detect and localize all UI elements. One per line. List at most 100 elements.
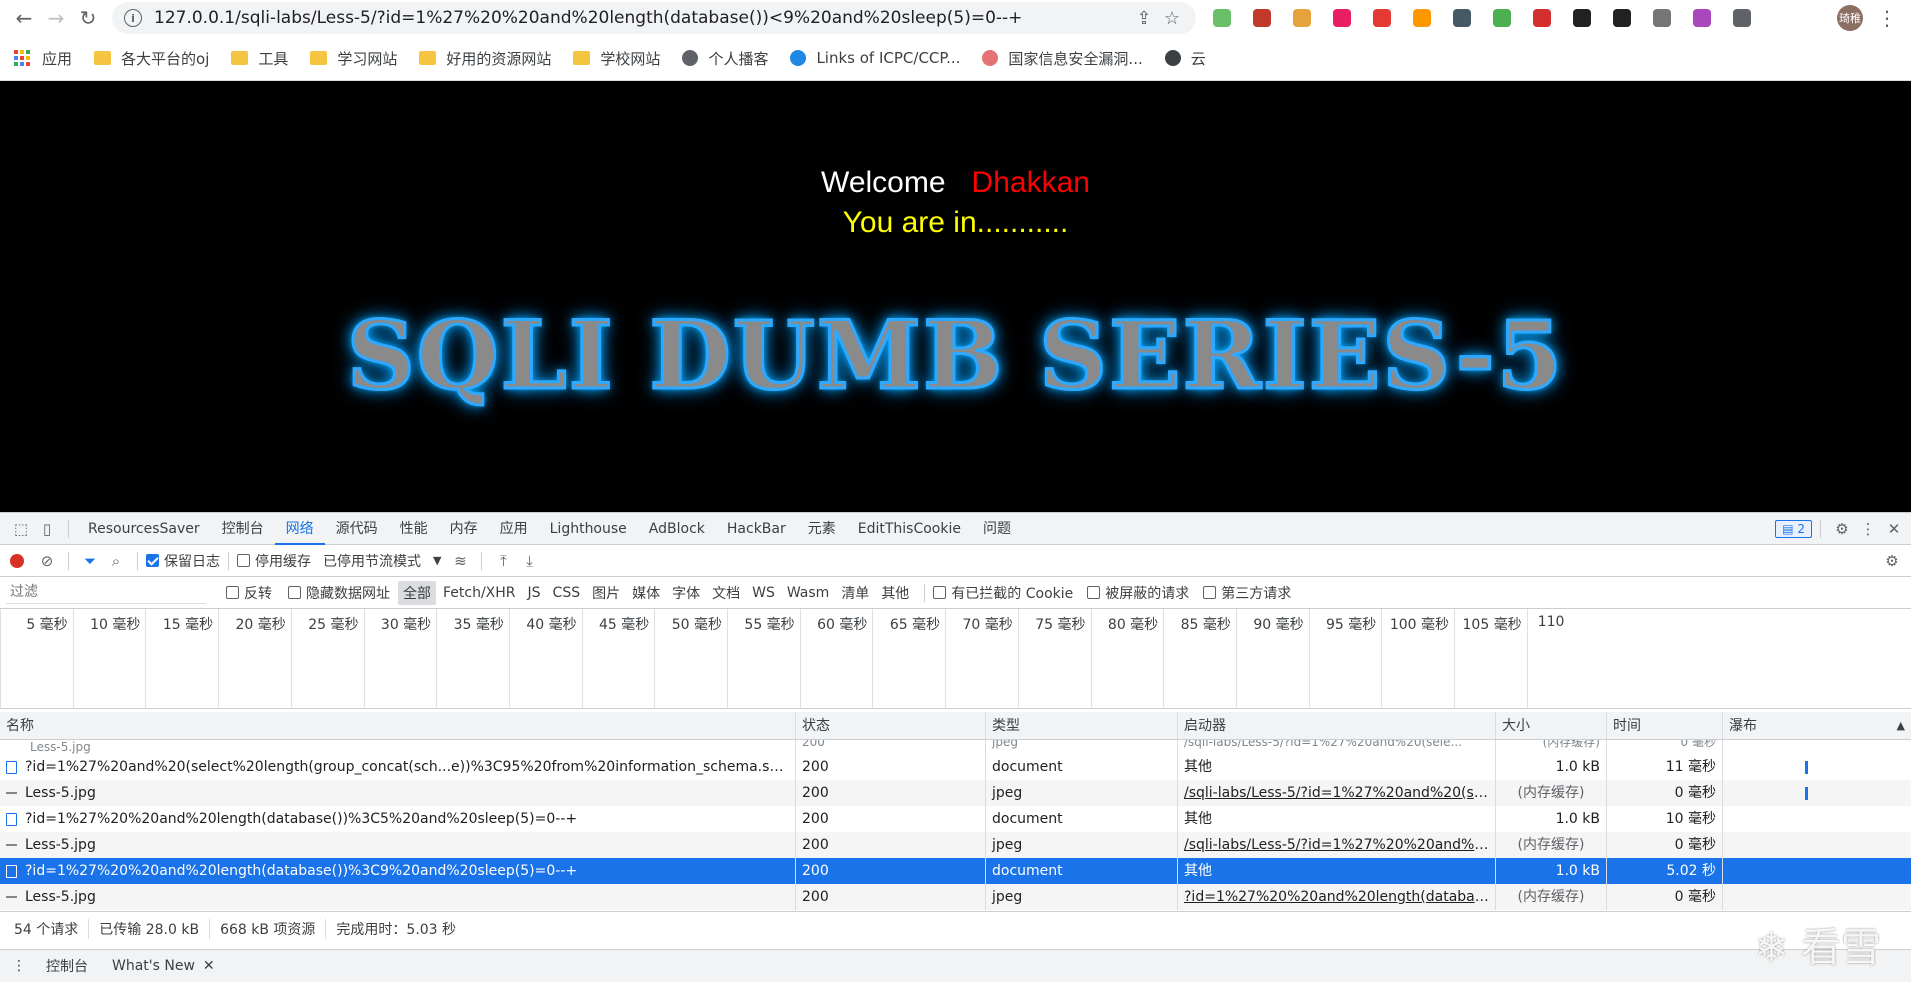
extension-button[interactable] <box>1602 2 1642 34</box>
type-filter-button[interactable]: Wasm <box>782 583 834 603</box>
disable-cache-checkbox[interactable] <box>237 554 250 567</box>
extension-button[interactable] <box>1282 2 1322 34</box>
address-bar[interactable]: i 127.0.0.1/sqli-labs/Less-5/?id=1%27%20… <box>112 2 1196 34</box>
type-filter-button[interactable]: Fetch/XHR <box>438 583 521 603</box>
bookmark-item[interactable]: 国家信息安全漏洞... <box>982 48 1143 69</box>
devtools-tab[interactable]: 应用 <box>489 513 539 545</box>
table-row[interactable]: Less-5.jpg 200 jpeg/sqli-labs/Less-5/?id=1… <box>0 780 1911 806</box>
extension-button[interactable] <box>1442 2 1482 34</box>
export-har-icon[interactable]: ⤓ <box>516 548 542 574</box>
network-conditions-icon[interactable]: ≋ <box>447 548 473 574</box>
devtools-tab[interactable]: EditThisCookie <box>847 513 972 545</box>
back-arrow-icon[interactable]: ← <box>8 2 40 34</box>
type-filter-button[interactable]: JS <box>523 583 546 603</box>
request-initiator[interactable]: ?id=1%27%20%20and%20length(database()... <box>1178 884 1496 910</box>
request-initiator[interactable]: /sqli-labs/Less-5/?id=1%27%20%20and%20l.… <box>1178 832 1496 858</box>
table-row[interactable]: Less-5.jpg 200 jpeg/sqli-labs/Less-5/?id=1… <box>0 832 1911 858</box>
share-icon[interactable]: ⇪ <box>1130 8 1158 29</box>
hide-data-urls-checkbox[interactable] <box>288 586 301 599</box>
bookmark-item[interactable]: 好用的资源网站 <box>419 48 551 69</box>
extension-button[interactable] <box>1402 2 1442 34</box>
blocked-cookies-checkbox[interactable] <box>933 586 947 599</box>
devtools-tab[interactable]: 控制台 <box>211 513 275 545</box>
blocked-requests-checkbox[interactable] <box>1087 586 1101 599</box>
column-type[interactable]: 类型 <box>986 712 1178 739</box>
type-filter-button[interactable]: 图片 <box>587 581 625 605</box>
kebab-menu-icon[interactable]: ⋮ <box>1871 2 1903 34</box>
type-filter-button[interactable]: 媒体 <box>627 581 665 605</box>
bookmark-item[interactable]: 个人播客 <box>682 48 768 69</box>
extension-button[interactable] <box>1322 2 1362 34</box>
invert-checkbox[interactable] <box>226 586 239 599</box>
extension-button[interactable] <box>1242 2 1282 34</box>
column-initiator[interactable]: 启动器 <box>1178 712 1496 739</box>
bookmark-item[interactable]: 云 <box>1164 48 1206 69</box>
devtools-tab[interactable]: 内存 <box>439 513 489 545</box>
column-size[interactable]: 大小 <box>1496 712 1607 739</box>
bookmark-item[interactable]: 各大平台的oj <box>94 48 209 69</box>
network-overview-timeline[interactable]: 5 毫秒 10 毫秒 15 毫秒 20 毫秒 25 毫秒 30 毫秒 35 毫秒 40 毫秒 4… <box>0 609 1911 709</box>
type-filter-button[interactable]: 清单 <box>836 581 874 605</box>
devtools-tab[interactable]: HackBar <box>716 513 797 545</box>
type-filter-button[interactable]: CSS <box>548 583 586 603</box>
column-waterfall[interactable]: 瀑布 ▲ <box>1723 712 1911 739</box>
devtools-tab[interactable]: 元素 <box>797 513 847 545</box>
close-icon[interactable]: ✕ <box>203 958 215 974</box>
filter-input[interactable] <box>6 581 206 604</box>
avatar[interactable]: 琦稚 <box>1837 5 1863 31</box>
site-info-icon[interactable]: i <box>124 9 142 27</box>
devtools-tab[interactable]: ResourcesSaver <box>77 513 211 545</box>
bookmark-star-icon[interactable]: ☆ <box>1158 8 1186 29</box>
reload-icon[interactable]: ↻ <box>72 2 104 34</box>
column-name[interactable]: 名称 <box>0 712 796 739</box>
extension-button[interactable] <box>1642 2 1682 34</box>
forward-arrow-icon[interactable]: → <box>40 2 72 34</box>
kebab-menu-icon[interactable]: ⋮ <box>12 958 26 974</box>
bookmark-item[interactable]: 学习网站 <box>310 48 397 69</box>
type-filter-button[interactable]: 文档 <box>707 581 745 605</box>
devtools-tab[interactable]: 问题 <box>972 513 1022 545</box>
bookmark-item[interactable]: 学校网站 <box>573 48 660 69</box>
close-icon[interactable]: ✕ <box>1881 516 1907 542</box>
record-icon[interactable] <box>10 553 24 568</box>
extension-button[interactable] <box>1362 2 1402 34</box>
table-row[interactable]: ?id=1%27%20%20and%20length(database())%3… <box>0 858 1911 884</box>
column-status[interactable]: 状态 <box>796 712 986 739</box>
preserve-log-checkbox[interactable] <box>146 554 159 567</box>
import-har-icon[interactable]: ⤒ <box>490 548 516 574</box>
extension-button[interactable] <box>1722 2 1762 34</box>
table-row[interactable]: Less-5.jpg 200 jpeg /sqli-labs/Less-5/?i… <box>0 740 1911 754</box>
extension-button[interactable] <box>1482 2 1522 34</box>
kebab-menu-icon[interactable]: ⋮ <box>1855 516 1881 542</box>
third-party-checkbox[interactable] <box>1203 586 1217 599</box>
filter-icon[interactable]: ⏷ <box>77 548 103 574</box>
inspect-element-icon[interactable]: ⬚ <box>8 516 34 542</box>
bookmark-item[interactable]: Links of ICPC/CCP... <box>790 49 960 67</box>
throttling-select[interactable]: 已停用节流模式 <box>323 551 421 571</box>
extension-button[interactable] <box>1522 2 1562 34</box>
bookmark-item[interactable]: 应用 <box>14 48 72 69</box>
clear-icon[interactable]: ⊘ <box>34 548 60 574</box>
device-toolbar-icon[interactable]: ▯ <box>34 516 60 542</box>
drawer-tab-console[interactable]: 控制台 <box>46 956 88 976</box>
extension-button[interactable] <box>1682 2 1722 34</box>
type-filter-button[interactable]: WS <box>747 583 780 603</box>
extension-button[interactable] <box>1562 2 1602 34</box>
bookmark-item[interactable]: 工具 <box>231 48 288 69</box>
table-row[interactable]: ?id=1%27%20and%20(select%20length(group_… <box>0 754 1911 780</box>
type-filter-button[interactable]: 其他 <box>876 581 914 605</box>
table-row[interactable]: Less-5.jpg 200 jpeg ?id=1%27%20%20and%20len… <box>0 884 1911 910</box>
search-icon[interactable]: ⌕ <box>103 548 129 574</box>
table-row[interactable]: ?id=1%27%20%20and%20length(database())%3… <box>0 806 1911 832</box>
column-time[interactable]: 时间 <box>1607 712 1723 739</box>
request-initiator[interactable]: /sqli-labs/Less-5/?id=1%27%20and%20(sele… <box>1178 780 1496 806</box>
devtools-tab[interactable]: Lighthouse <box>539 513 638 545</box>
devtools-tab[interactable]: 源代码 <box>325 513 389 545</box>
type-filter-button[interactable]: 全部 <box>398 580 436 605</box>
issues-badge[interactable]: ▤ 2 <box>1775 519 1812 538</box>
drawer-tab-whats-new[interactable]: What's New <box>112 958 195 974</box>
devtools-tab[interactable]: 网络 <box>274 513 325 545</box>
chevron-down-icon[interactable]: ▼ <box>433 554 441 567</box>
type-filter-button[interactable]: 字体 <box>667 581 705 605</box>
gear-icon[interactable]: ⚙ <box>1829 516 1855 542</box>
